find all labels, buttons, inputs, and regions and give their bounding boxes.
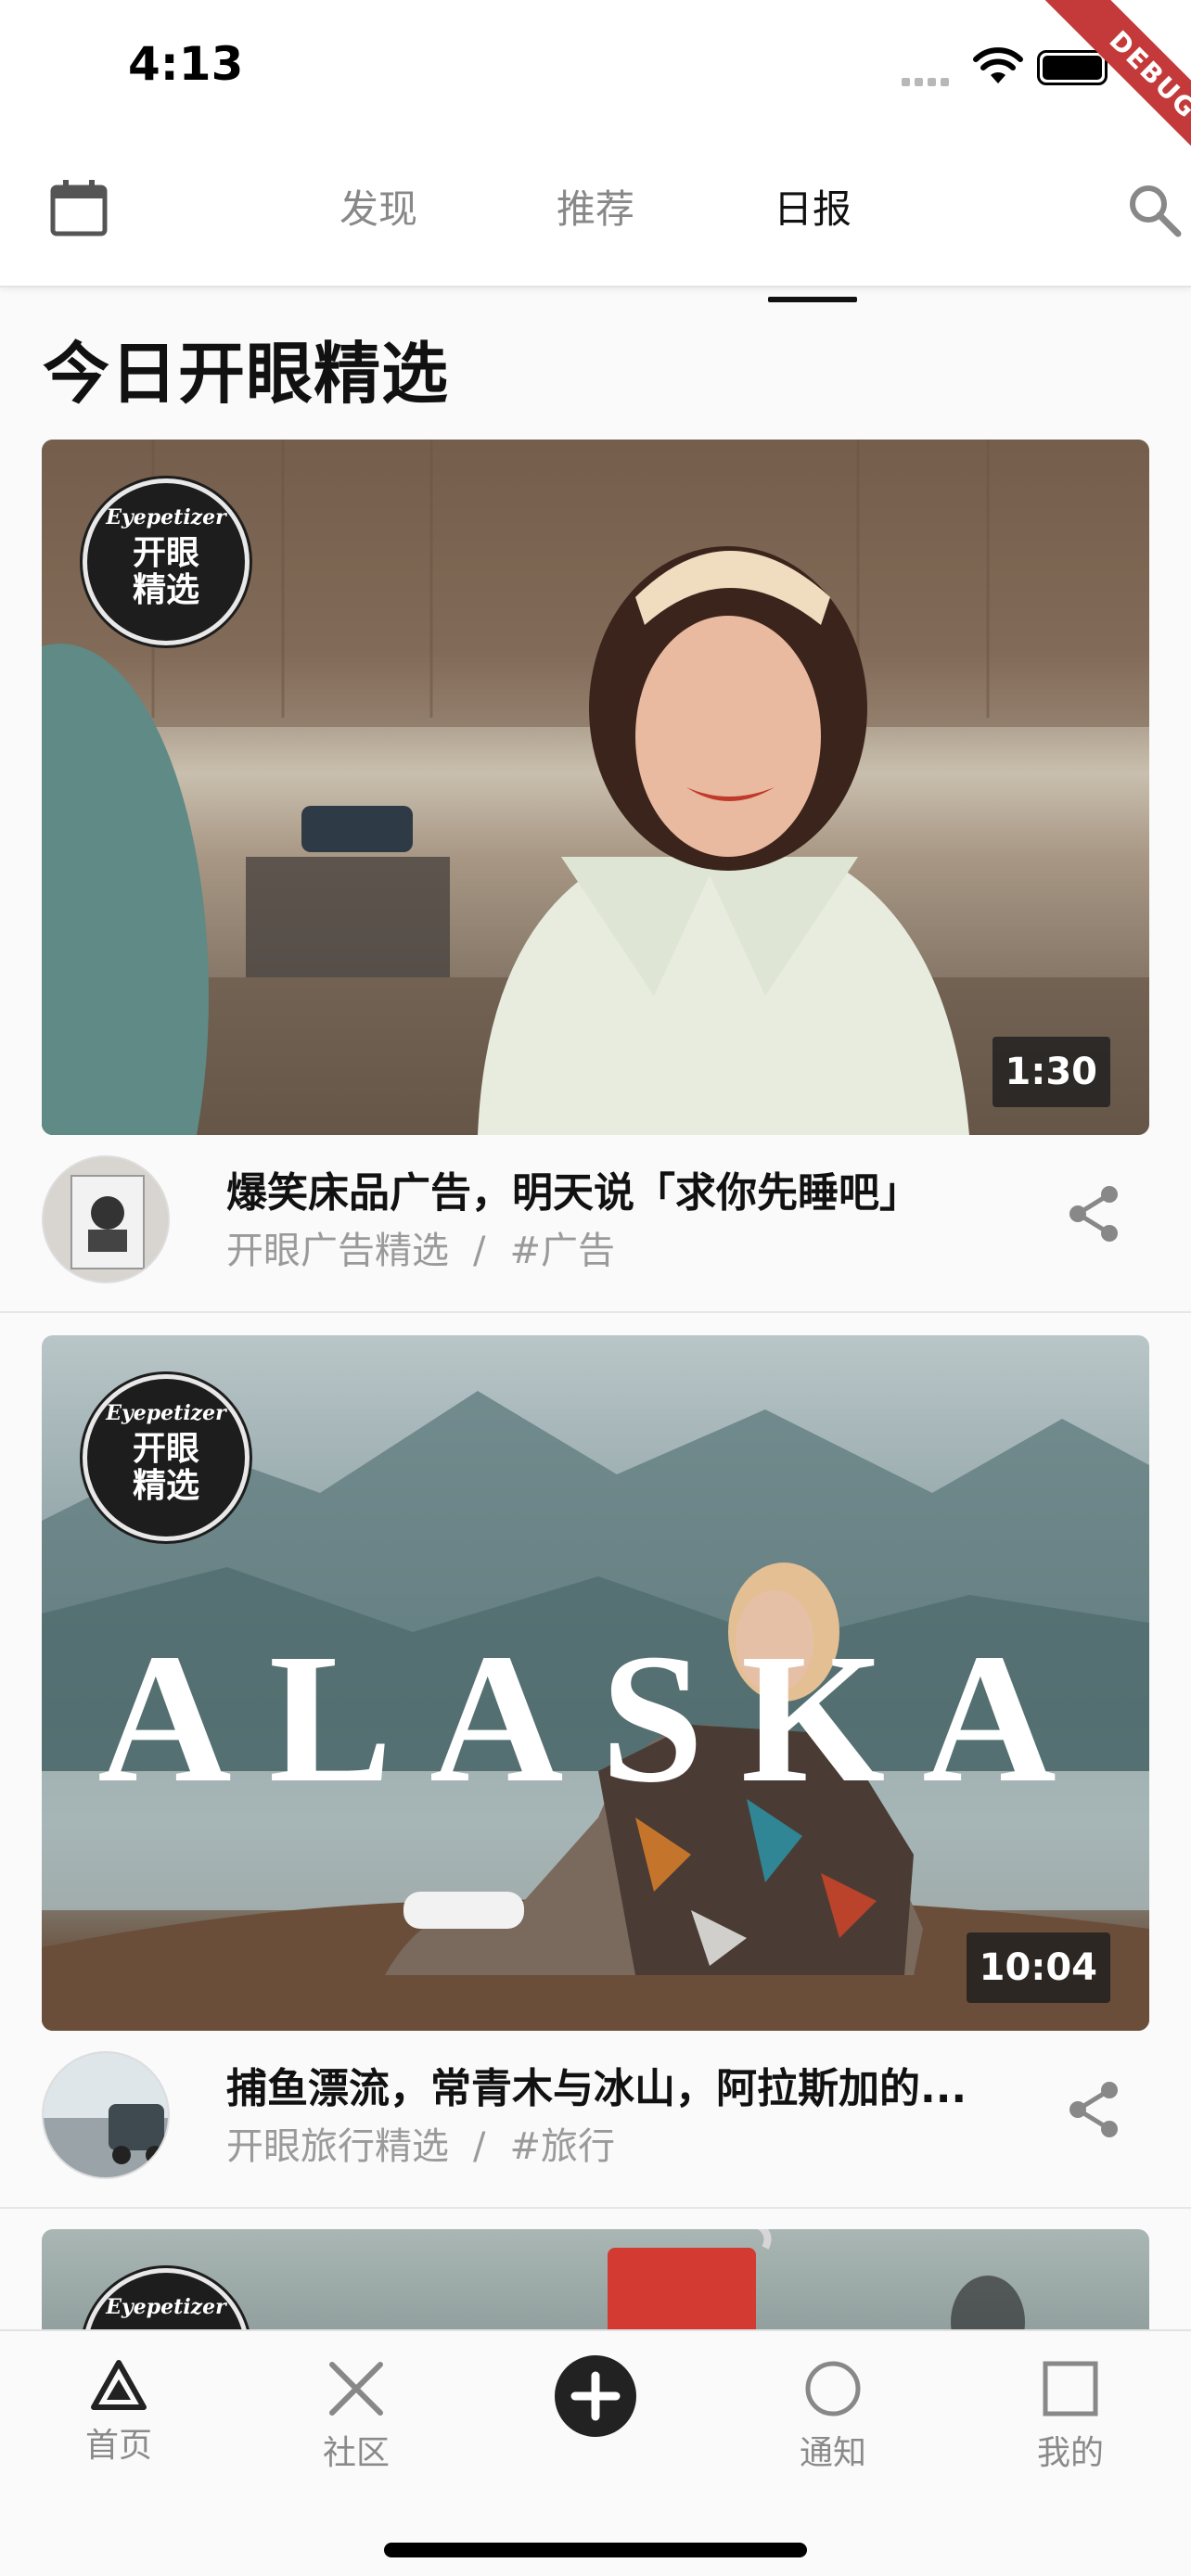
nav-home[interactable]: 首页 xyxy=(35,2359,202,2467)
card-meta: 爆笑床品广告，明天说「求你先睡吧」 开眼广告精选 / #广告 xyxy=(0,1144,1191,1293)
eyepetizer-badge: Eyepetizer 开眼 精选 xyxy=(83,478,250,645)
debug-label: DEBUG xyxy=(1044,0,1191,165)
avatar[interactable] xyxy=(42,1155,170,1283)
triangle-icon xyxy=(91,2360,147,2410)
section-title: 今日开眼精选 xyxy=(43,335,450,413)
badge-brand: Eyepetizer xyxy=(106,2295,226,2319)
nav-notify[interactable]: 通知 xyxy=(749,2359,916,2474)
subtitle-separator: / xyxy=(473,1230,486,1272)
nav-home-label: 首页 xyxy=(84,2427,152,2465)
tab-daily[interactable]: 日报 xyxy=(768,178,857,302)
card-tag[interactable]: #旅行 xyxy=(509,2125,615,2168)
avatar-image xyxy=(44,2053,168,2177)
badge-line2: 精选 xyxy=(132,1467,199,1505)
top-nav: 发现 推荐 日报 xyxy=(0,148,1191,302)
card-category[interactable]: 开眼广告精选 xyxy=(226,1230,449,1272)
active-tab-indicator xyxy=(768,297,857,302)
nav-community-label: 社区 xyxy=(322,2434,390,2472)
card-category[interactable]: 开眼旅行精选 xyxy=(226,2125,449,2168)
badge-brand: Eyepetizer xyxy=(106,505,226,529)
card-divider xyxy=(0,2207,1191,2209)
tab-discover[interactable]: 发现 xyxy=(334,178,423,234)
tab-recommend[interactable]: 推荐 xyxy=(551,178,640,234)
badge-line1: 开眼 xyxy=(132,1430,199,1468)
card-divider xyxy=(0,1311,1191,1313)
card-subtitle: 开眼广告精选 / #广告 xyxy=(226,1220,615,1274)
square-icon xyxy=(1043,2361,1098,2417)
card-title[interactable]: 爆笑床品广告，明天说「求你先睡吧」 xyxy=(226,1159,1033,1218)
nav-publish[interactable] xyxy=(512,2353,679,2439)
duration-label: 10:04 xyxy=(966,1932,1110,2003)
badge-line1: 开眼 xyxy=(132,534,199,572)
tab-recommend-label: 推荐 xyxy=(556,186,634,232)
tab-daily-label: 日报 xyxy=(773,186,852,232)
card-meta: 捕鱼漂流，常青木与冰山，阿拉斯加的... 开眼旅行精选 / #旅行 xyxy=(0,2040,1191,2188)
alaska-overlay-text: ALASKA xyxy=(97,1616,1094,1821)
nav-notify-label: 通知 xyxy=(799,2434,866,2472)
avatar[interactable] xyxy=(42,2051,170,2179)
eyepetizer-badge: Eyepetizer 开眼 精选 xyxy=(83,1374,250,1541)
avatar-image xyxy=(70,1175,145,1269)
badge-line2: 精选 xyxy=(132,571,199,609)
status-time: 4:13 xyxy=(128,37,244,91)
cellular-signal-icon xyxy=(902,72,954,90)
bottom-nav: 首页 社区 通知 我的 xyxy=(0,2329,1191,2576)
nav-community[interactable]: 社区 xyxy=(273,2359,440,2474)
card-subtitle: 开眼旅行精选 / #旅行 xyxy=(226,2116,615,2170)
video-thumbnail[interactable]: Eyepetizer xyxy=(42,2229,1149,2340)
debug-banner: DEBUG xyxy=(1006,0,1191,165)
cross-icon xyxy=(329,2362,383,2416)
share-icon[interactable] xyxy=(1065,2079,1122,2140)
subtitle-separator: / xyxy=(473,2125,486,2168)
circle-icon xyxy=(805,2361,861,2417)
video-thumbnail[interactable]: ALASKA Eyepetizer 开眼 精选 10:04 xyxy=(42,1335,1149,2031)
status-bar: 4:13 DEBUG xyxy=(0,0,1191,165)
home-indicator xyxy=(384,2543,807,2557)
card-title[interactable]: 捕鱼漂流，常青木与冰山，阿拉斯加的... xyxy=(226,2055,1033,2114)
card-tag[interactable]: #广告 xyxy=(509,1230,615,1272)
calendar-icon[interactable] xyxy=(48,178,109,237)
duration-label: 1:30 xyxy=(992,1037,1110,1107)
nav-mine[interactable]: 我的 xyxy=(987,2359,1154,2474)
video-thumbnail[interactable]: Eyepetizer 开眼 精选 1:30 xyxy=(42,440,1149,1135)
nav-mine-label: 我的 xyxy=(1036,2434,1104,2472)
plus-circle-icon xyxy=(555,2355,636,2437)
share-icon[interactable] xyxy=(1065,1183,1122,1244)
badge-brand: Eyepetizer xyxy=(106,1401,226,1425)
search-icon[interactable] xyxy=(1126,182,1182,237)
tab-discover-label: 发现 xyxy=(339,186,417,232)
